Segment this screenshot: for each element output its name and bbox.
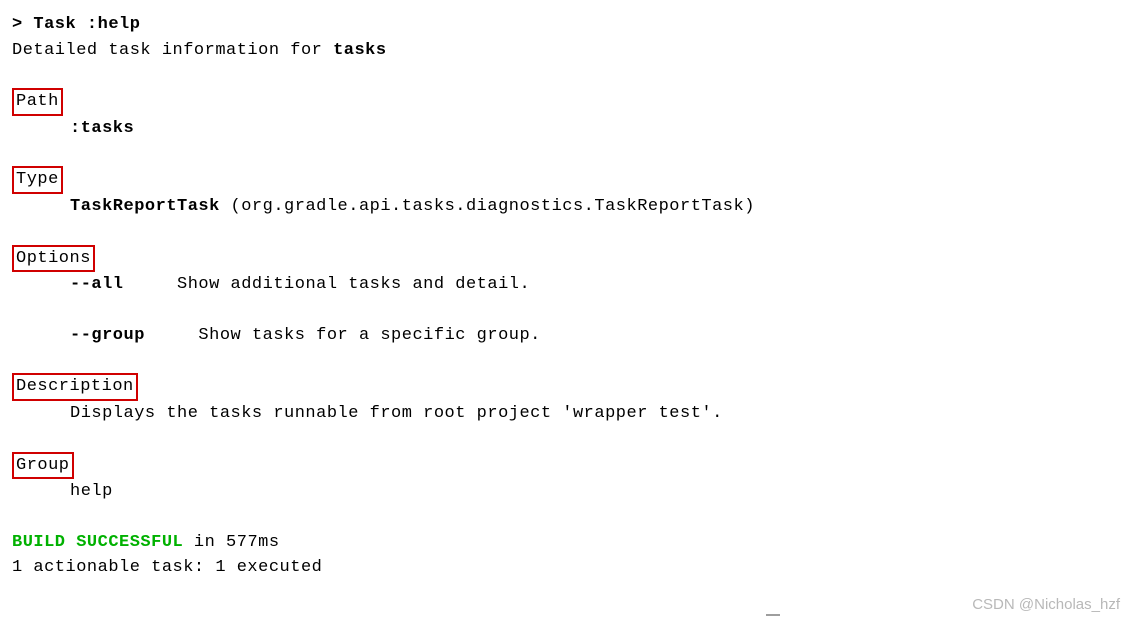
build-time: in 577ms: [183, 533, 279, 552]
cursor-icon: [766, 614, 780, 616]
group-header: Group: [12, 452, 74, 480]
build-status: BUILD SUCCESSFUL: [12, 533, 183, 552]
spacer: [12, 348, 1128, 373]
detail-line: Detailed task information for tasks: [12, 38, 1128, 64]
task-label: Task :help: [33, 15, 140, 34]
type-value-bold: TaskReportTask: [70, 197, 220, 216]
detail-prefix: Detailed task information for: [12, 41, 333, 60]
option-row: --group Show tasks for a specific group.: [12, 323, 1128, 349]
spacer: [12, 298, 1128, 323]
spacer: [12, 220, 1128, 245]
spacer: [12, 505, 1128, 530]
option-flag: --group: [70, 326, 145, 345]
group-value: help: [12, 479, 1128, 505]
type-section: Type TaskReportTask (org.gradle.api.task…: [12, 166, 1128, 219]
spacer: [12, 63, 1128, 88]
watermark: CSDN @Nicholas_hzf: [972, 594, 1120, 617]
option-row: --all Show additional tasks and detail.: [12, 272, 1128, 298]
build-summary: 1 actionable task: 1 executed: [12, 555, 1128, 581]
build-status-line: BUILD SUCCESSFUL in 577ms: [12, 530, 1128, 556]
description-header: Description: [12, 373, 138, 401]
description-section: Description Displays the tasks runnable …: [12, 373, 1128, 426]
task-header-line: > Task :help: [12, 12, 1128, 38]
spacer: [12, 141, 1128, 166]
option-flag: --all: [70, 275, 124, 294]
type-header: Type: [12, 166, 63, 194]
group-section: Group help: [12, 452, 1128, 505]
description-value: Displays the tasks runnable from root pr…: [12, 401, 1128, 427]
path-section: Path :tasks: [12, 88, 1128, 141]
path-header: Path: [12, 88, 63, 116]
prompt-symbol: >: [12, 15, 33, 34]
options-section: Options --all Show additional tasks and …: [12, 245, 1128, 349]
options-header: Options: [12, 245, 95, 273]
option-desc: Show tasks for a specific group.: [145, 326, 541, 345]
type-value-rest: (org.gradle.api.tasks.diagnostics.TaskRe…: [220, 197, 755, 216]
type-value-line: TaskReportTask (org.gradle.api.tasks.dia…: [12, 194, 1128, 220]
path-value: :tasks: [12, 116, 1128, 142]
detail-subject: tasks: [333, 41, 387, 60]
spacer: [12, 427, 1128, 452]
option-desc: Show additional tasks and detail.: [124, 275, 531, 294]
